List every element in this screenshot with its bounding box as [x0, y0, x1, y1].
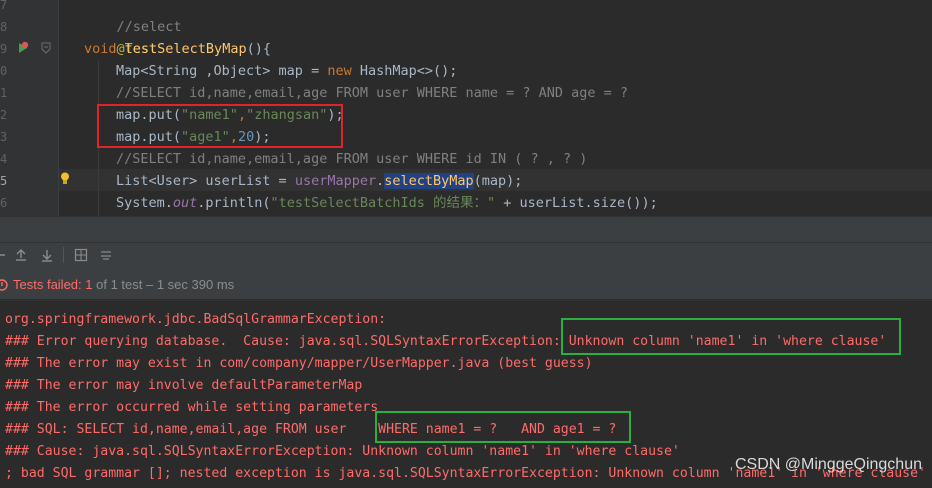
line-number: 8 — [0, 20, 8, 34]
code-line: System.out.println("testSelectBatchIds 的… — [116, 195, 658, 211]
sort-icon[interactable] — [0, 249, 6, 261]
line-number: 9 — [0, 42, 8, 56]
green-highlight-box — [375, 411, 631, 443]
grid-icon[interactable] — [74, 248, 88, 262]
line-number: 0 — [0, 64, 8, 78]
collapse-all-icon[interactable] — [99, 248, 113, 262]
console-line: ### The error occurred while setting par… — [5, 400, 379, 415]
watermark: CSDN @MinggeQingchun — [735, 456, 922, 473]
line-number: 7 — [0, 0, 8, 12]
test-status-bar: Tests failed: 1 of 1 test – 1 sec 390 ms — [0, 271, 932, 299]
code-line: //SELECT id,name,email,age FROM user WHE… — [116, 85, 629, 101]
code-line: void testSelectByMap(){ — [84, 41, 271, 57]
code-editor[interactable]: 7 8 9 0 1 2 3 4 5 6 //select @Test void … — [0, 0, 932, 216]
line-number: 2 — [0, 108, 8, 122]
failed-count: 1 — [85, 277, 93, 292]
line-number: 4 — [0, 152, 8, 166]
console-line: org.springframework.jdbc.BadSqlGrammarEx… — [5, 312, 387, 327]
console-line: ### The error may exist in com/company/m… — [5, 356, 593, 371]
code-line: Map<String ,Object> map = new HashMap<>(… — [116, 63, 458, 79]
console-line: ### The error may involve defaultParamet… — [5, 378, 363, 393]
lightbulb-icon[interactable] — [60, 172, 70, 185]
tests-failed-label: Tests failed: — [13, 277, 82, 292]
test-detail: of 1 test – 1 sec 390 ms — [96, 277, 235, 292]
red-highlight-box — [97, 104, 343, 148]
toolbar-separator — [63, 247, 64, 263]
line-number: 6 — [0, 196, 8, 210]
green-highlight-box — [561, 318, 901, 355]
line-number: 1 — [0, 86, 8, 100]
code-line: List<User> userList = userMapper.selectB… — [116, 173, 523, 189]
fold-icon[interactable] — [41, 42, 51, 54]
run-toolbar — [0, 242, 932, 272]
import-down-icon[interactable] — [40, 248, 54, 262]
code-line: //SELECT id,name,email,age FROM user WHE… — [116, 151, 588, 167]
line-number: 3 — [0, 130, 8, 144]
console-line: ### Cause: java.sql.SQLSyntaxErrorExcept… — [5, 444, 680, 459]
export-up-icon[interactable] — [14, 248, 28, 262]
line-number: 5 — [0, 174, 8, 188]
run-test-icon[interactable] — [16, 41, 32, 55]
panel-divider — [0, 216, 932, 243]
error-icon — [0, 279, 8, 291]
